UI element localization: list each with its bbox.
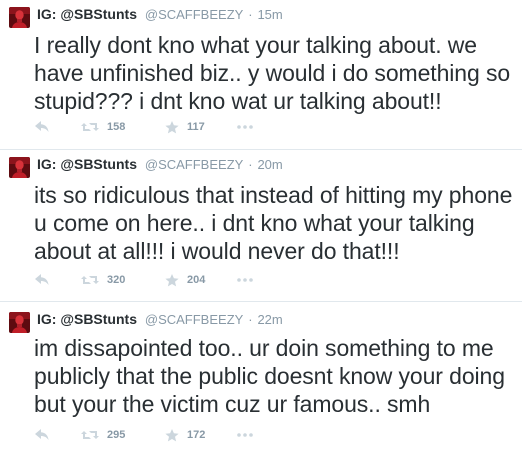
- star-icon: [165, 120, 179, 133]
- favorite-count: 204: [187, 274, 206, 286]
- tweet-timestamp[interactable]: 22m: [257, 312, 282, 327]
- separator: ·: [248, 7, 253, 22]
- user-handle[interactable]: @SCAFFBEEZY: [145, 312, 243, 327]
- favorite-count: 172: [187, 429, 206, 441]
- tweet-timestamp[interactable]: 15m: [257, 7, 282, 22]
- retweet-button[interactable]: 158: [81, 119, 125, 135]
- favorite-button[interactable]: 117: [165, 119, 205, 135]
- tweet-text: I really dont kno what your talking abou…: [34, 32, 511, 114]
- reply-button[interactable]: [35, 272, 49, 288]
- tweet-header: IG: @SBStunts @SCAFFBEEZY · 15m: [37, 6, 283, 22]
- retweet-count: 158: [107, 121, 126, 133]
- user-fullname[interactable]: IG: @SBStunts: [37, 311, 137, 327]
- tweet-feed: IG: @SBStunts @SCAFFBEEZY · 15m I really…: [0, 0, 522, 459]
- user-handle[interactable]: @SCAFFBEEZY: [145, 157, 243, 172]
- reply-button[interactable]: [35, 119, 49, 135]
- separator: ·: [248, 157, 253, 172]
- retweet-count: 320: [107, 274, 126, 286]
- user-fullname[interactable]: IG: @SBStunts: [37, 156, 137, 172]
- tweet[interactable]: IG: @SBStunts @SCAFFBEEZY · 22m im dissa…: [0, 302, 522, 459]
- reply-icon: [35, 274, 49, 285]
- user-fullname[interactable]: IG: @SBStunts: [37, 6, 137, 22]
- tweet-actions: 320 204: [35, 272, 335, 288]
- tweet-header: IG: @SBStunts @SCAFFBEEZY · 22m: [37, 311, 283, 327]
- retweet-icon: [81, 431, 99, 439]
- retweet-button[interactable]: 295: [81, 427, 125, 443]
- separator: ·: [248, 312, 253, 327]
- avatar-image: [9, 7, 30, 28]
- reply-icon: [35, 121, 49, 132]
- more-button[interactable]: [237, 119, 253, 135]
- avatar-image: [9, 157, 30, 178]
- avatar[interactable]: [9, 7, 30, 28]
- more-dots-icon: [237, 278, 253, 282]
- reply-icon: [35, 429, 49, 440]
- retweet-button[interactable]: 320: [81, 272, 125, 288]
- tweet-timestamp[interactable]: 20m: [257, 157, 282, 172]
- retweet-icon: [81, 276, 99, 284]
- avatar[interactable]: [9, 312, 30, 333]
- favorite-count: 117: [187, 121, 205, 133]
- retweet-icon: [81, 123, 99, 131]
- tweet[interactable]: IG: @SBStunts @SCAFFBEEZY · 20m its so r…: [0, 150, 522, 302]
- more-dots-icon: [237, 433, 253, 437]
- avatar[interactable]: [9, 157, 30, 178]
- user-handle[interactable]: @SCAFFBEEZY: [145, 7, 243, 22]
- more-dots-icon: [237, 125, 253, 129]
- more-button[interactable]: [237, 427, 253, 443]
- star-icon: [165, 428, 179, 441]
- avatar-image: [9, 312, 30, 333]
- reply-button[interactable]: [35, 427, 49, 443]
- retweet-count: 295: [107, 429, 126, 441]
- tweet-header: IG: @SBStunts @SCAFFBEEZY · 20m: [37, 156, 283, 172]
- tweet-text: its so ridiculous that instead of hittin…: [34, 182, 513, 264]
- tweet-actions: 295 172: [35, 427, 335, 443]
- more-button[interactable]: [237, 272, 253, 288]
- tweet-actions: 158 117: [35, 119, 335, 135]
- star-icon: [165, 273, 179, 286]
- tweet-text: im dissapointed too.. ur doin something …: [34, 335, 505, 417]
- tweet[interactable]: IG: @SBStunts @SCAFFBEEZY · 15m I really…: [0, 0, 522, 150]
- favorite-button[interactable]: 172: [165, 427, 205, 443]
- favorite-button[interactable]: 204: [165, 272, 205, 288]
